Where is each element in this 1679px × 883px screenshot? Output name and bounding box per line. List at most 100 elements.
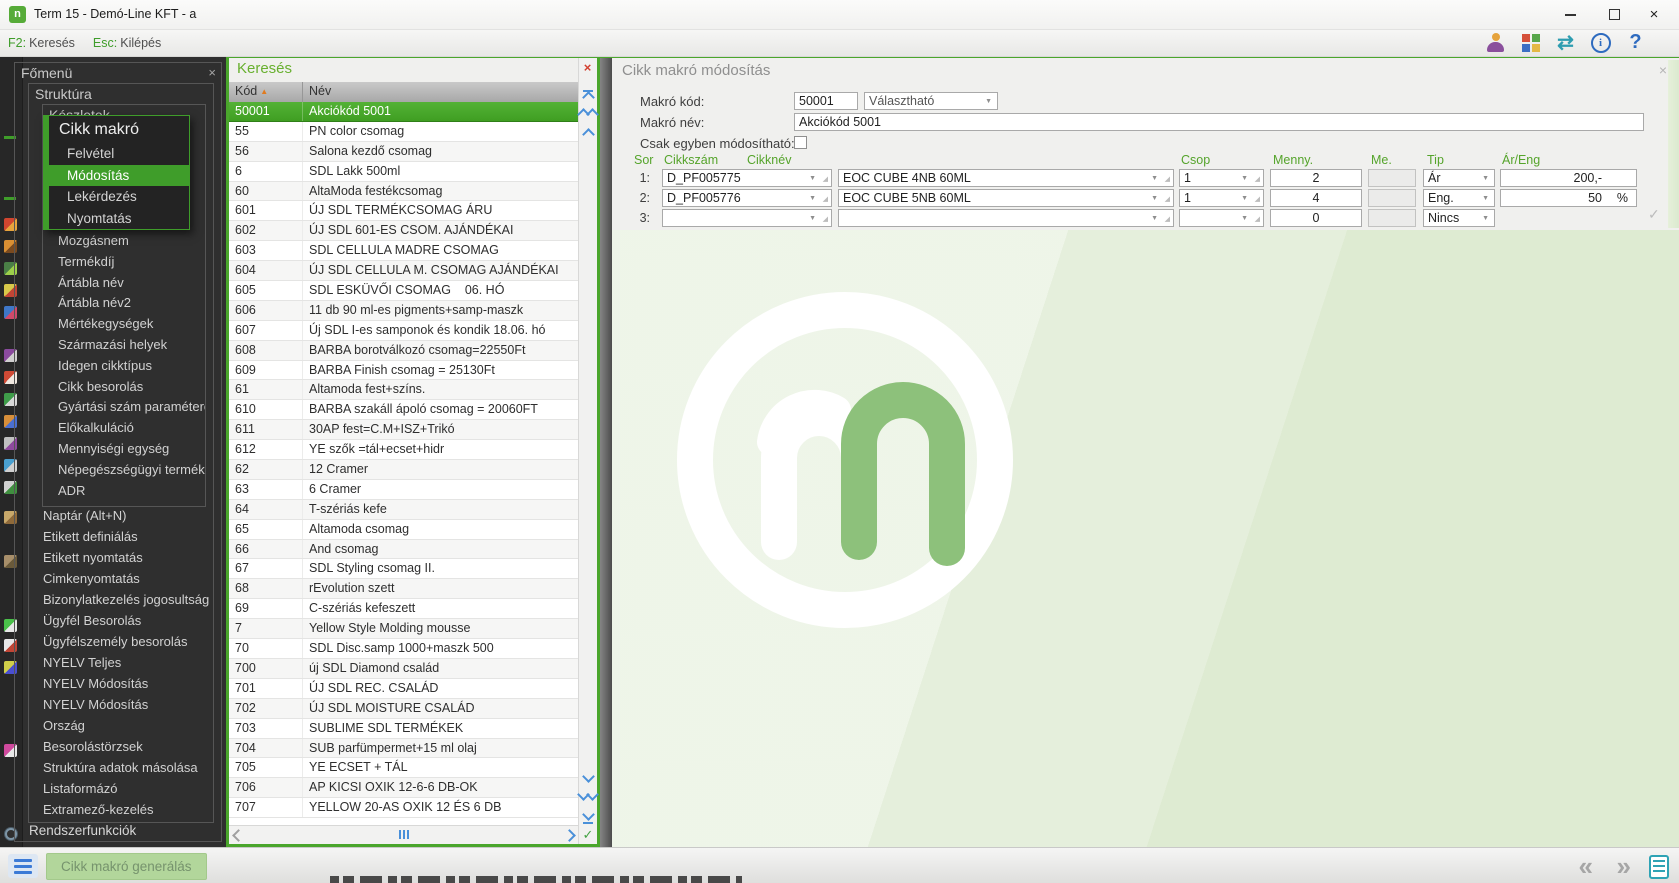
table-row[interactable]: 603SDL CELLULA MADRE CSOMAG	[229, 241, 579, 261]
sidebar-item[interactable]: Mértékegységek	[58, 314, 205, 335]
form-check-icon[interactable]: ✓	[1648, 206, 1660, 223]
table-row[interactable]: 61130AP fest=C.M+ISZ+Trikó	[229, 420, 579, 440]
sidebar-item[interactable]: Előkalkuláció	[58, 418, 205, 439]
popup-item-felvétel[interactable]: Felvétel	[49, 143, 189, 165]
sidebar-item[interactable]: Mozgásnem	[58, 231, 205, 252]
ar-eng-input[interactable]: 200,-	[1500, 169, 1637, 187]
me-input[interactable]	[1368, 209, 1416, 227]
menny-input[interactable]: 4	[1270, 189, 1362, 207]
sidebar-item[interactable]: Extramező-kezelés	[43, 799, 213, 820]
table-row[interactable]: 703SUBLIME SDL TERMÉKEK	[229, 719, 579, 739]
scroll-page-down-icon[interactable]	[579, 790, 597, 799]
sidebar-item[interactable]: Struktúra adatok másolása	[43, 757, 213, 778]
table-row[interactable]: 60611 db 90 ml-es pigments+samp-maszk	[229, 301, 579, 321]
shortcut-esc-kilepes[interactable]: Esc:Kilépés	[93, 36, 161, 50]
scroll-right-icon[interactable]	[563, 829, 576, 842]
sidebar-item[interactable]: Ártábla név2	[58, 293, 205, 314]
sidebar-item[interactable]: Besorolástörzsek	[43, 736, 213, 757]
transfer-button[interactable]: ⇄	[1548, 30, 1583, 55]
sidebar-item[interactable]: NYELV Módosítás	[43, 694, 213, 715]
sidebar-item[interactable]: Népegészségügyi termékadó tör	[58, 460, 205, 481]
table-row[interactable]: 67SDL Styling csomag II.	[229, 559, 579, 579]
me-input[interactable]	[1368, 189, 1416, 207]
help-button[interactable]: ?	[1618, 30, 1653, 55]
popup-item-módosítás[interactable]: Módosítás	[49, 165, 189, 187]
cikkszam-combo[interactable]: D_PF005776▼◢	[662, 189, 832, 207]
sidebar-item[interactable]: NYELV Módosítás	[43, 673, 213, 694]
table-row[interactable]: 601ÚJ SDL TERMÉKCSOMAG ÁRU	[229, 201, 579, 221]
table-row[interactable]: 66And csomag	[229, 540, 579, 560]
sidebar-item[interactable]: Ügyfél Besorolás	[43, 610, 213, 631]
table-row[interactable]: 7Yellow Style Molding mousse	[229, 619, 579, 639]
table-row[interactable]: 55PN color csomag	[229, 122, 579, 142]
sidebar-item[interactable]: Ártábla név	[58, 273, 205, 294]
popup-item-nyomtatás[interactable]: Nyomtatás	[49, 208, 189, 230]
search-close-icon[interactable]: ×	[580, 60, 595, 75]
csop-combo[interactable]: 1▼◢	[1179, 189, 1264, 207]
column-header-nev[interactable]: Név	[303, 82, 579, 102]
minimize-button[interactable]	[1553, 0, 1587, 29]
sidebar-item[interactable]: Gyártási szám paraméterek	[58, 397, 205, 418]
tip-select[interactable]: Nincs▼	[1423, 209, 1495, 227]
maximize-button[interactable]	[1597, 0, 1631, 29]
table-row[interactable]: 69C-szériás kefeszett	[229, 599, 579, 619]
menny-input[interactable]: 2	[1270, 169, 1362, 187]
scroll-left-icon[interactable]	[232, 829, 245, 842]
sidebar-item[interactable]: Listaformázó	[43, 778, 213, 799]
menu-button[interactable]	[8, 854, 38, 878]
apps-button[interactable]	[1513, 30, 1548, 55]
fomenu-close-icon[interactable]: ×	[208, 63, 216, 83]
scroll-down-icon[interactable]	[579, 772, 597, 781]
table-row[interactable]: 604ÚJ SDL CELLULA M. CSOMAG AJÁNDÉKAI	[229, 261, 579, 281]
sidebar-item-rendszerfunkciok[interactable]: Rendszerfunkciók	[29, 823, 136, 838]
table-row[interactable]: 612YE szők =tál+ecset+hidr	[229, 440, 579, 460]
document-list-icon[interactable]	[1649, 855, 1669, 879]
sidebar-item[interactable]: Etikett definiálás	[43, 526, 213, 547]
sidebar-item[interactable]: Cimkenyomtatás	[43, 568, 213, 589]
table-row[interactable]: 704SUB parfümpermet+15 ml olaj	[229, 739, 579, 759]
makro-kod-input[interactable]: 50001	[794, 92, 858, 110]
scroll-page-up-icon[interactable]	[579, 110, 597, 119]
sidebar-item[interactable]: Ország	[43, 715, 213, 736]
next-page-icon[interactable]: »	[1617, 849, 1631, 883]
me-input[interactable]	[1368, 169, 1416, 187]
table-row[interactable]: 610BARBA szakáll ápoló csomag = 20060FT	[229, 400, 579, 420]
generate-macro-button[interactable]: Cikk makró generálás	[46, 853, 207, 880]
user-button[interactable]	[1478, 30, 1513, 55]
scroll-last-icon[interactable]	[579, 810, 597, 824]
scrollbar-grip[interactable]	[399, 830, 409, 839]
table-row[interactable]: 65Altamoda csomag	[229, 520, 579, 540]
shortcut-f2-kereses[interactable]: F2:Keresés	[8, 36, 75, 50]
table-row[interactable]: 56Salona kezdő csomag	[229, 142, 579, 162]
csak-egyben-checkbox[interactable]	[794, 136, 807, 149]
sidebar-item[interactable]: NYELV Teljes	[43, 652, 213, 673]
tip-select[interactable]: Eng.▼	[1423, 189, 1495, 207]
sidebar-item[interactable]: Mennyiségi egység	[58, 439, 205, 460]
table-row[interactable]: 70SDL Disc.samp 1000+maszk 500	[229, 639, 579, 659]
table-row[interactable]: 701ÚJ SDL REC. CSALÁD	[229, 679, 579, 699]
table-row[interactable]: 702ÚJ SDL MOISTURE CSALÁD	[229, 699, 579, 719]
table-row[interactable]: 705YE ECSET + TÁL	[229, 758, 579, 778]
makro-kod-type-select[interactable]: Választható▼	[864, 92, 998, 110]
confirm-check-icon[interactable]: ✓	[580, 827, 596, 843]
cikkszam-combo[interactable]: ▼◢	[662, 209, 832, 227]
prev-page-icon[interactable]: «	[1579, 849, 1593, 883]
table-row[interactable]: 60AltaModa festékcsomag	[229, 182, 579, 202]
csop-combo[interactable]: 1▼◢	[1179, 169, 1264, 187]
csop-combo[interactable]: ▼◢	[1179, 209, 1264, 227]
table-row[interactable]: 6212 Cramer	[229, 460, 579, 480]
table-row[interactable]: 6SDL Lakk 500ml	[229, 162, 579, 182]
sidebar-item[interactable]: Naptár (Alt+N)	[43, 505, 213, 526]
makro-nev-input[interactable]: Akciókód 5001	[794, 113, 1644, 131]
sidebar-item[interactable]: Ügyfélszemély besorolás	[43, 631, 213, 652]
cikknev-combo[interactable]: EOC CUBE 4NB 60ML▼◢	[838, 169, 1174, 187]
sidebar-item[interactable]: Etikett nyomtatás	[43, 547, 213, 568]
table-row[interactable]: 706AP KICSI OXIK 12-6-6 DB-OK	[229, 778, 579, 798]
info-button[interactable]: i	[1583, 30, 1618, 55]
tip-select[interactable]: Ár▼	[1423, 169, 1495, 187]
sidebar-item[interactable]: Idegen cikktípus	[58, 356, 205, 377]
cikkszam-combo[interactable]: D_PF005775▼◢	[662, 169, 832, 187]
ar-eng-input[interactable]: 50%	[1500, 189, 1637, 207]
cikknev-combo[interactable]: EOC CUBE 5NB 60ML▼◢	[838, 189, 1174, 207]
table-row[interactable]: 636 Cramer	[229, 480, 579, 500]
